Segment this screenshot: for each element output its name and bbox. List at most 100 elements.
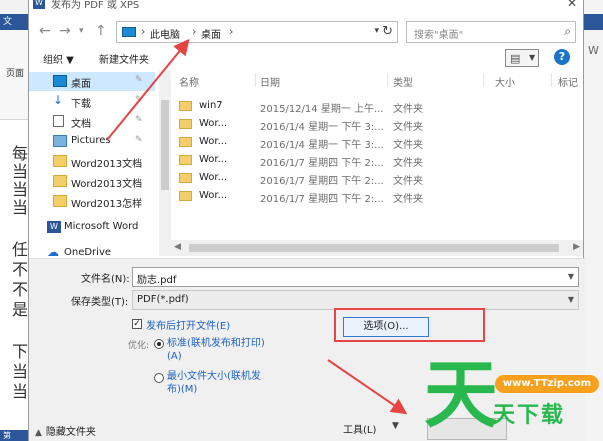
- help-icon[interactable]: ?: [554, 49, 570, 65]
- file-row[interactable]: Wor... 2016/1/4 星期一 下午 3:... 文件夹: [171, 116, 583, 133]
- nav-item-folder[interactable]: Word2013文档: [29, 152, 155, 171]
- file-row[interactable]: Wor... 2016/1/7 星期四 下午 2:... 文件夹: [171, 170, 583, 187]
- chevron-right-icon[interactable]: ›: [192, 25, 196, 38]
- radio-standard-key: (A): [167, 351, 182, 362]
- options-button[interactable]: 选项(O)...: [343, 317, 429, 337]
- scrollbar-thumb[interactable]: [189, 244, 559, 252]
- chevron-down-icon[interactable]: ▼: [568, 272, 574, 281]
- file-list-hscrollbar[interactable]: ◀ ▶: [171, 240, 583, 256]
- new-folder-button[interactable]: 新建文件夹: [99, 51, 149, 66]
- nav-item-downloads[interactable]: ↓ 下载 ✎: [29, 92, 155, 111]
- file-list: 名称 日期 类型 大小 标记 win7 2015/12/14 星期一 上午...…: [171, 70, 583, 260]
- breadcrumb-this-pc[interactable]: 此电脑: [150, 26, 180, 41]
- forward-arrow-icon[interactable]: →: [59, 23, 71, 39]
- nav-item-desktop[interactable]: 桌面 ✎: [29, 72, 155, 91]
- search-input[interactable]: 搜索"桌面" ⌕: [406, 21, 576, 43]
- column-header-name[interactable]: 名称: [179, 74, 199, 89]
- radio-minimum-size[interactable]: [154, 373, 164, 383]
- folder-icon: [179, 155, 192, 165]
- file-name: Wor...: [199, 136, 228, 147]
- filetype-select[interactable]: PDF(*.pdf) ▼: [132, 290, 579, 310]
- refresh-icon[interactable]: ↻: [382, 24, 393, 39]
- nav-item-label: Word2013文档: [71, 179, 143, 190]
- chevron-right-icon[interactable]: ›: [141, 25, 145, 38]
- file-row[interactable]: win7 2015/12/14 星期一 上午... 文件夹: [171, 98, 583, 115]
- word-ribbon-fragment: W: [588, 44, 599, 57]
- nav-item-folder[interactable]: Word2013文档: [29, 172, 155, 191]
- radio-standard-text: 标准(联机发布和打印): [167, 338, 265, 349]
- pin-icon[interactable]: ✎: [135, 95, 143, 105]
- nav-item-folder[interactable]: Word2013怎样: [29, 192, 155, 211]
- column-divider[interactable]: [551, 73, 552, 87]
- navigation-pane: 桌面 ✎ ↓ 下载 ✎ 文档 ✎ Pictures ✎ Word2013文档 W…: [29, 70, 155, 260]
- pin-icon[interactable]: ✎: [135, 115, 143, 125]
- column-header-size[interactable]: 大小: [495, 74, 515, 89]
- column-divider[interactable]: [483, 73, 484, 87]
- nav-item-documents[interactable]: 文档 ✎: [29, 112, 155, 131]
- download-icon: ↓: [53, 93, 64, 107]
- nav-item-label: OneDrive: [64, 247, 112, 258]
- watermark-text: 天下载: [493, 403, 566, 428]
- onedrive-icon: ☁: [47, 245, 59, 259]
- radio-standard[interactable]: [154, 339, 164, 349]
- column-divider[interactable]: [255, 73, 256, 87]
- filename-field[interactable]: 励志.pdf ▼: [132, 267, 579, 287]
- column-header-date[interactable]: 日期: [260, 74, 280, 89]
- search-icon[interactable]: ⌕: [564, 24, 571, 39]
- scrollbar-thumb[interactable]: [161, 100, 169, 190]
- file-type: 文件夹: [393, 104, 423, 115]
- column-divider[interactable]: [387, 73, 388, 87]
- file-name: Wor...: [199, 190, 228, 201]
- nav-item-label: Microsoft Word: [64, 221, 139, 232]
- organize-button[interactable]: 组织 ▼: [43, 51, 74, 66]
- hide-folders-toggle[interactable]: ▲ 隐藏文件夹: [35, 423, 96, 438]
- up-arrow-icon[interactable]: ↑: [95, 23, 107, 39]
- file-row[interactable]: Wor... 2016/1/4 星期一 下午 3:... 文件夹: [171, 134, 583, 151]
- word-status-bar: 第: [0, 430, 30, 441]
- folder-icon: [179, 101, 192, 111]
- word-icon: W: [47, 221, 61, 233]
- open-after-publish-checkbox[interactable]: ✓: [132, 319, 142, 329]
- breadcrumb-desktop[interactable]: 桌面: [201, 26, 221, 41]
- back-arrow-icon[interactable]: ←: [39, 23, 51, 39]
- view-options-button[interactable]: ▤ ▼: [505, 49, 539, 67]
- pin-icon[interactable]: ✎: [135, 135, 143, 145]
- folder-icon: [179, 119, 192, 129]
- file-name: Wor...: [199, 118, 228, 129]
- tools-button[interactable]: 工具(L): [343, 421, 376, 436]
- nav-item-microsoft-word[interactable]: W Microsoft Word: [29, 218, 155, 237]
- nav-item-label: Word2013文档: [71, 159, 143, 170]
- scroll-left-icon[interactable]: ◀: [174, 242, 181, 252]
- file-name: win7: [199, 100, 223, 111]
- chevron-right-icon[interactable]: ›: [229, 25, 233, 38]
- chevron-down-icon[interactable]: ▼: [568, 295, 574, 304]
- word-ribbon-tab[interactable]: 文: [0, 14, 30, 30]
- doc-glyph: 当: [12, 382, 29, 401]
- scroll-right-icon[interactable]: ▶: [573, 242, 580, 252]
- file-date: 2016/1/7 星期四 下午 2:...: [260, 176, 384, 187]
- chevron-down-icon[interactable]: ▾: [374, 26, 379, 36]
- file-row[interactable]: Wor... 2016/1/7 星期四 下午 2:... 文件夹: [171, 152, 583, 169]
- close-icon[interactable]: ✕: [567, 0, 577, 10]
- file-date: 2016/1/4 星期一 下午 3:...: [260, 122, 384, 133]
- radio-standard-label[interactable]: 标准(联机发布和打印) (A): [167, 337, 265, 363]
- radio-minimum-size-label[interactable]: 最小文件大小(联机发 布)(M): [167, 370, 261, 396]
- address-bar[interactable]: › 此电脑 › 桌面 › ▾ ↻: [116, 21, 398, 43]
- file-type: 文件夹: [393, 140, 423, 151]
- pin-icon[interactable]: ✎: [135, 75, 143, 85]
- folder-icon: [179, 191, 192, 201]
- chevron-down-icon[interactable]: ▼: [392, 421, 399, 431]
- file-row[interactable]: Wor... 2016/1/7 星期四 下午 2:... 文件夹: [171, 188, 583, 205]
- filetype-value: PDF(*.pdf): [137, 294, 189, 305]
- column-header-tags[interactable]: 标记: [558, 74, 578, 89]
- nav-pane-scrollbar[interactable]: [159, 70, 171, 256]
- column-header-type[interactable]: 类型: [393, 74, 413, 89]
- nav-item-pictures[interactable]: Pictures ✎: [29, 132, 155, 151]
- open-after-publish-label[interactable]: 发布后打开文件(E): [146, 317, 230, 332]
- nav-item-label: Word2013怎样: [71, 199, 143, 210]
- folder-icon: [53, 175, 67, 187]
- recent-dropdown-icon[interactable]: ▾: [79, 26, 84, 36]
- folder-icon: [53, 195, 67, 207]
- search-placeholder: 搜索"桌面": [414, 30, 464, 41]
- desktop-icon: [53, 75, 67, 87]
